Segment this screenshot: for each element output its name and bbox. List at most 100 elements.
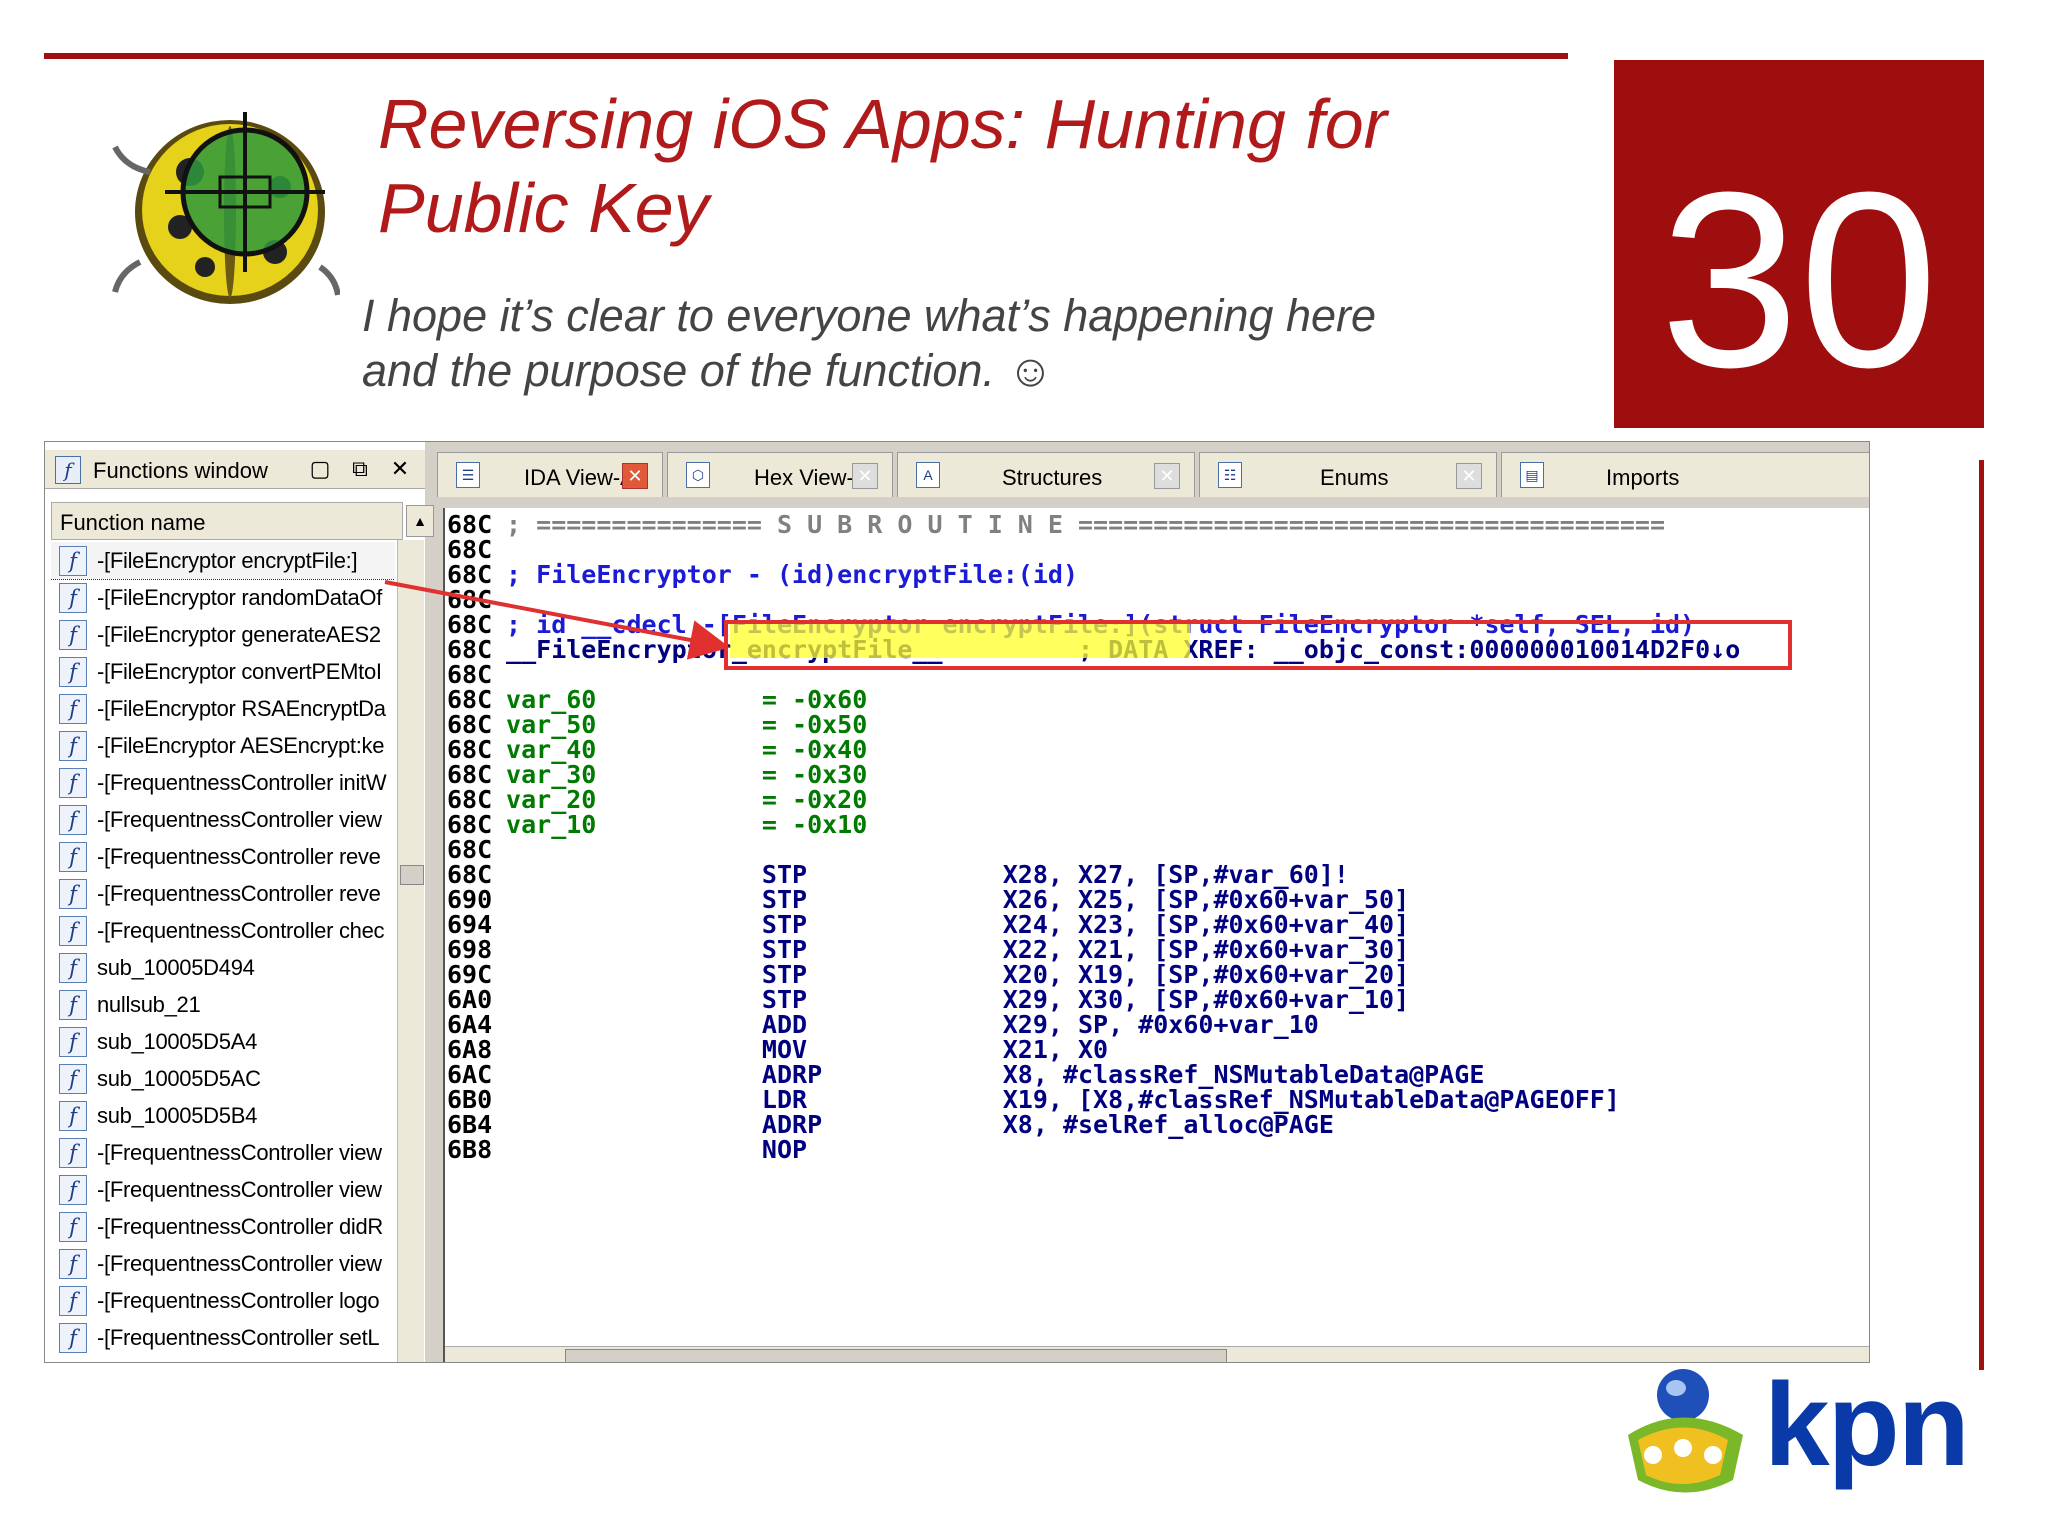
tab-label: Enums xyxy=(1320,465,1389,490)
function-icon: f xyxy=(59,583,87,613)
restore-icon[interactable]: ⧉ xyxy=(347,456,373,482)
function-icon: f xyxy=(59,1212,87,1242)
tab-structures[interactable]: A Structures ✕ xyxy=(897,452,1195,497)
hex-view-icon: ⬡ xyxy=(686,462,710,488)
scroll-up-icon[interactable]: ▲ xyxy=(406,505,434,537)
function-name: -[FrequentnessController view xyxy=(97,1140,382,1165)
function-name: -[FileEncryptor generateAES2 xyxy=(97,622,381,647)
tab-hex-view-1[interactable]: ⬡ Hex View-1 ✕ xyxy=(667,452,893,497)
slide-title-line2: Public Key xyxy=(378,169,709,247)
function-icon: f xyxy=(59,620,87,650)
slide-title-line1: Reversing iOS Apps: Hunting for xyxy=(378,85,1387,163)
function-name: -[FileEncryptor convertPEMtoI xyxy=(97,659,382,684)
function-icon: f xyxy=(59,916,87,946)
function-list-item[interactable]: f -[FileEncryptor RSAEncryptDa xyxy=(51,690,395,727)
function-list-item[interactable]: f -[FileEncryptor encryptFile:] xyxy=(51,542,395,580)
structures-icon: A xyxy=(916,462,940,488)
tab-enums[interactable]: ☷ Enums ✕ xyxy=(1199,452,1497,497)
function-name: -[FileEncryptor RSAEncryptDa xyxy=(97,696,386,721)
kpn-crown-icon xyxy=(1628,1369,1743,1493)
function-list-item[interactable]: f -[FrequentnessController didR xyxy=(51,1208,395,1245)
function-list-item[interactable]: f -[FrequentnessController view xyxy=(51,1134,395,1171)
ida-view-icon: ☰ xyxy=(456,462,480,488)
function-name: -[FrequentnessController view xyxy=(97,1177,382,1202)
tab-ida-view-a[interactable]: ☰ IDA View-A ✕ xyxy=(437,452,663,497)
scrollbar-thumb[interactable] xyxy=(565,1349,1227,1362)
function-name: -[FrequentnessController setL xyxy=(97,1325,380,1350)
functions-window-header: f Functions window ▢ ⧉ ✕ xyxy=(45,450,425,489)
close-tab-icon[interactable]: ✕ xyxy=(852,463,878,489)
function-list-item[interactable]: f -[FrequentnessController initW xyxy=(51,764,395,801)
function-list-item[interactable]: f sub_10005D5AC xyxy=(51,1060,395,1097)
top-rule xyxy=(44,53,1568,59)
function-icon: f xyxy=(59,1286,87,1316)
function-list-item[interactable]: f -[FrequentnessController setL xyxy=(51,1319,395,1356)
function-icon: f xyxy=(59,842,87,872)
function-name: -[FileEncryptor AESEncrypt:ke xyxy=(97,733,385,758)
line-code: ; =============== S U B R O U T I N E ==… xyxy=(491,510,1665,539)
function-icon: f xyxy=(59,731,87,761)
tab-label: IDA View-A xyxy=(524,465,635,490)
highlight-box xyxy=(724,620,1792,670)
line-address: 6B8 xyxy=(447,1135,493,1164)
function-list-item[interactable]: f nullsub_21 xyxy=(51,986,395,1023)
function-name: sub_10005D5B4 xyxy=(97,1103,258,1128)
function-name: -[FileEncryptor randomDataOf xyxy=(97,585,383,610)
close-tab-icon[interactable]: ✕ xyxy=(1456,463,1482,489)
imports-icon: ▤ xyxy=(1520,462,1544,488)
maximize-icon[interactable]: ▢ xyxy=(307,456,333,482)
close-tab-icon[interactable]: ✕ xyxy=(622,463,648,489)
function-name: -[FrequentnessController view xyxy=(97,807,382,832)
line-code: var_10 = -0x10 xyxy=(491,810,868,839)
ida-screenshot: f Functions window ▢ ⧉ ✕ Function name ▲… xyxy=(44,441,1870,1363)
bug-logo-icon xyxy=(112,112,340,304)
function-name: -[FrequentnessController reve xyxy=(97,881,381,906)
function-name: nullsub_21 xyxy=(97,992,201,1017)
function-list-item[interactable]: f sub_10005D494 xyxy=(51,949,395,986)
close-tab-icon[interactable]: ✕ xyxy=(1154,463,1180,489)
function-name: -[FrequentnessController didR xyxy=(97,1214,383,1239)
functions-window-title: Functions window xyxy=(93,458,268,483)
tab-label: Imports xyxy=(1606,465,1680,490)
function-list-item[interactable]: f -[FrequentnessController view xyxy=(51,801,395,838)
function-list-scrollbar[interactable] xyxy=(397,540,424,1362)
tab-imports[interactable]: ▤ Imports xyxy=(1501,452,1869,497)
slide-title: Reversing iOS Apps: Hunting for Public K… xyxy=(378,82,1558,250)
slide-subtitle: I hope it’s clear to everyone what’s hap… xyxy=(362,288,1562,398)
function-name: -[FrequentnessController initW xyxy=(97,770,387,795)
function-list-item[interactable]: f -[FrequentnessController reve xyxy=(51,875,395,912)
function-icon: f xyxy=(55,456,81,484)
function-list-item[interactable]: f -[FrequentnessController reve xyxy=(51,838,395,875)
function-name: -[FrequentnessController logo xyxy=(97,1288,380,1313)
function-icon: f xyxy=(59,546,87,576)
function-icon: f xyxy=(59,768,87,798)
function-list-item[interactable]: f -[FileEncryptor generateAES2 xyxy=(51,616,395,653)
function-list-item[interactable]: f sub_10005D5B4 xyxy=(51,1097,395,1134)
tab-label: Hex View-1 xyxy=(754,465,867,490)
scrollbar-thumb[interactable] xyxy=(400,865,424,885)
function-name-column-label: Function name xyxy=(60,510,206,535)
function-list-item[interactable]: f -[FrequentnessController view xyxy=(51,1245,395,1282)
function-list-item[interactable]: f -[FrequentnessController chec xyxy=(51,912,395,949)
function-icon: f xyxy=(59,1249,87,1279)
close-icon[interactable]: ✕ xyxy=(387,456,413,482)
slide-subtitle-line1: I hope it’s clear to everyone what’s hap… xyxy=(362,290,1377,341)
function-list-item[interactable]: f -[FrequentnessController view xyxy=(51,1171,395,1208)
function-name: -[FrequentnessController view xyxy=(97,1251,382,1276)
function-list[interactable]: f -[FileEncryptor encryptFile:] f -[FileEnc… xyxy=(51,542,395,1362)
function-name-column-header[interactable]: Function name ▲ xyxy=(51,502,434,540)
function-icon: f xyxy=(59,1175,87,1205)
function-list-item[interactable]: f -[FrequentnessController logo xyxy=(51,1282,395,1319)
function-list-item[interactable]: f -[FileEncryptor AESEncrypt:ke xyxy=(51,727,395,764)
right-rule xyxy=(1979,460,1984,1370)
function-icon: f xyxy=(59,953,87,983)
functions-window: f Functions window ▢ ⧉ ✕ Function name ▲… xyxy=(45,442,434,1362)
function-list-item[interactable]: f sub_10005D5A4 xyxy=(51,1023,395,1060)
function-name: -[FrequentnessController chec xyxy=(97,918,385,943)
line-code: ; FileEncryptor - (id)encryptFile:(id) xyxy=(491,560,1078,589)
function-list-item[interactable]: f -[FileEncryptor randomDataOf xyxy=(51,579,395,616)
line-code: NOP xyxy=(491,1135,808,1164)
view-tab-bar: ☰ IDA View-A ✕ ⬡ Hex View-1 ✕ A Structur… xyxy=(433,442,1869,500)
function-list-item[interactable]: f -[FileEncryptor convertPEMtoI xyxy=(51,653,395,690)
function-name: sub_10005D5AC xyxy=(97,1066,261,1091)
